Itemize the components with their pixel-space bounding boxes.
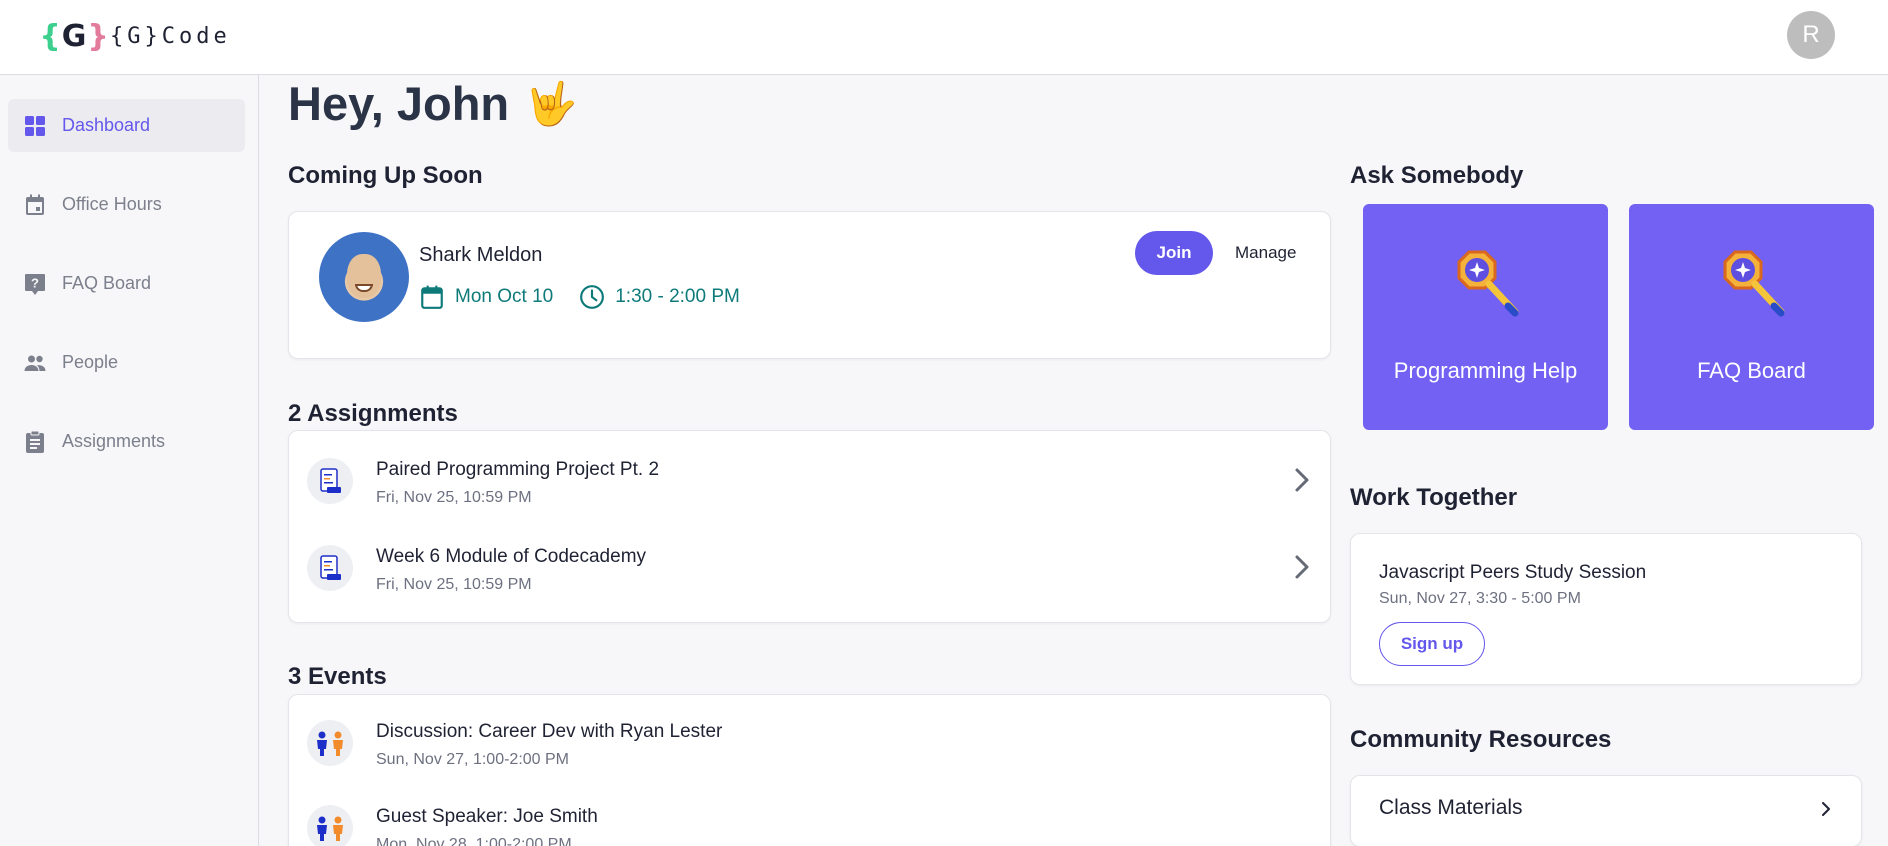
sidebar-item-label: People bbox=[62, 352, 119, 372]
assignment-title: Week 6 Module of Codecademy bbox=[376, 546, 647, 567]
event-row[interactable]: Guest Speaker: Joe Smith Mon, Nov 28, 1:… bbox=[289, 780, 1331, 846]
people-talking-icon bbox=[307, 805, 353, 846]
chevron-right-icon bbox=[1295, 468, 1309, 492]
sidebar-item-faq-board[interactable]: ? FAQ Board bbox=[8, 257, 245, 310]
session-title: Javascript Peers Study Session bbox=[1379, 562, 1647, 583]
manage-button[interactable]: Manage bbox=[1225, 231, 1306, 275]
office-hour-card: Shark Meldon Mon Oct 10 1:30 - 2:00 PM J… bbox=[288, 211, 1331, 359]
assignment-due: Fri, Nov 25, 10:59 PM bbox=[376, 576, 532, 593]
people-talking-icon bbox=[307, 720, 353, 766]
class-materials-row[interactable]: Class Materials bbox=[1350, 775, 1862, 846]
ask-somebody-title: Ask Somebody bbox=[1350, 162, 1524, 189]
calendar-icon bbox=[421, 285, 443, 309]
clipboard-icon bbox=[22, 429, 48, 455]
assignment-row[interactable]: Week 6 Module of Codecademy Fri, Nov 25,… bbox=[289, 520, 1331, 607]
logo-text: {G}Code bbox=[110, 23, 231, 49]
resource-label: Class Materials bbox=[1379, 796, 1523, 819]
chevron-right-icon bbox=[1295, 555, 1309, 579]
study-session-card: Javascript Peers Study Session Sun, Nov … bbox=[1350, 533, 1862, 685]
logo[interactable]: {G} {G}Code bbox=[39, 18, 231, 54]
user-avatar[interactable]: R bbox=[1787, 11, 1835, 59]
magnifier-sparkle-icon bbox=[1723, 250, 1785, 317]
sidebar-item-label: FAQ Board bbox=[62, 273, 152, 293]
host-name: Shark Meldon bbox=[419, 244, 543, 266]
faq-board-tile[interactable]: FAQ Board bbox=[1629, 204, 1874, 430]
event-row[interactable]: Discussion: Career Dev with Ryan Lester … bbox=[289, 695, 1331, 782]
community-resources-title: Community Resources bbox=[1350, 726, 1612, 753]
office-hour-meta: Mon Oct 10 1:30 - 2:00 PM bbox=[419, 284, 740, 310]
sidebar-item-label: Dashboard bbox=[62, 115, 151, 135]
logo-mark-letter: G bbox=[61, 18, 87, 54]
tile-label: Programming Help bbox=[1393, 358, 1578, 383]
host-avatar bbox=[319, 232, 409, 322]
calendar-icon bbox=[22, 192, 48, 218]
sidebar-item-office-hours[interactable]: Office Hours bbox=[8, 178, 245, 231]
logo-mark-left-brace: { bbox=[39, 18, 61, 54]
events-title: 3 Events bbox=[288, 663, 387, 690]
join-button[interactable]: Join bbox=[1135, 231, 1213, 275]
events-card: Discussion: Career Dev with Ryan Lester … bbox=[288, 694, 1331, 846]
assignment-title: Paired Programming Project Pt. 2 bbox=[376, 459, 660, 480]
help-bubble-icon: ? bbox=[22, 271, 48, 297]
programming-help-tile[interactable]: Programming Help bbox=[1363, 204, 1608, 430]
greeting-text: Hey, John bbox=[288, 77, 510, 130]
sign-up-button[interactable]: Sign up bbox=[1379, 622, 1485, 666]
document-code-icon bbox=[307, 545, 353, 591]
chevron-right-icon bbox=[1822, 802, 1830, 816]
event-title: Discussion: Career Dev with Ryan Lester bbox=[376, 721, 723, 742]
assignments-card: Paired Programming Project Pt. 2 Fri, No… bbox=[288, 430, 1331, 623]
logo-mark-icon: {G} bbox=[39, 18, 108, 54]
hand-sign-emoji: 🤟 bbox=[525, 78, 578, 128]
assignment-row[interactable]: Paired Programming Project Pt. 2 Fri, No… bbox=[289, 433, 1331, 520]
sidebar-item-assignments[interactable]: Assignments bbox=[8, 415, 245, 468]
greeting-heading: Hey, John 🤟 bbox=[288, 76, 577, 131]
sidebar-item-people[interactable]: People bbox=[8, 336, 245, 389]
sidebar: Dashboard Office Hours ? FAQ Board Peopl… bbox=[0, 75, 259, 846]
office-hour-time: 1:30 - 2:00 PM bbox=[615, 286, 740, 307]
clock-icon bbox=[580, 285, 605, 309]
assignments-title: 2 Assignments bbox=[288, 400, 458, 427]
event-time: Sun, Nov 27, 1:00-2:00 PM bbox=[376, 751, 569, 768]
work-together-title: Work Together bbox=[1350, 484, 1518, 511]
sidebar-item-dashboard[interactable]: Dashboard bbox=[8, 99, 245, 152]
document-code-icon bbox=[307, 458, 353, 504]
magnifier-sparkle-icon bbox=[1457, 250, 1519, 317]
event-time: Mon, Nov 28, 1:00-2:00 PM bbox=[376, 836, 572, 846]
assignment-due: Fri, Nov 25, 10:59 PM bbox=[376, 489, 532, 506]
people-icon bbox=[22, 350, 48, 376]
session-time: Sun, Nov 27, 3:30 - 5:00 PM bbox=[1379, 590, 1581, 607]
event-title: Guest Speaker: Joe Smith bbox=[376, 806, 598, 827]
sidebar-item-label: Office Hours bbox=[62, 194, 162, 214]
dashboard-grid-icon bbox=[22, 113, 48, 139]
svg-text:?: ? bbox=[31, 275, 39, 290]
tile-label: FAQ Board bbox=[1697, 358, 1806, 383]
sidebar-item-label: Assignments bbox=[62, 431, 166, 451]
logo-mark-right-brace: } bbox=[87, 18, 109, 54]
office-hour-date: Mon Oct 10 bbox=[455, 286, 554, 307]
top-bar: {G} {G}Code R bbox=[0, 0, 1888, 75]
coming-up-title: Coming Up Soon bbox=[288, 162, 483, 189]
